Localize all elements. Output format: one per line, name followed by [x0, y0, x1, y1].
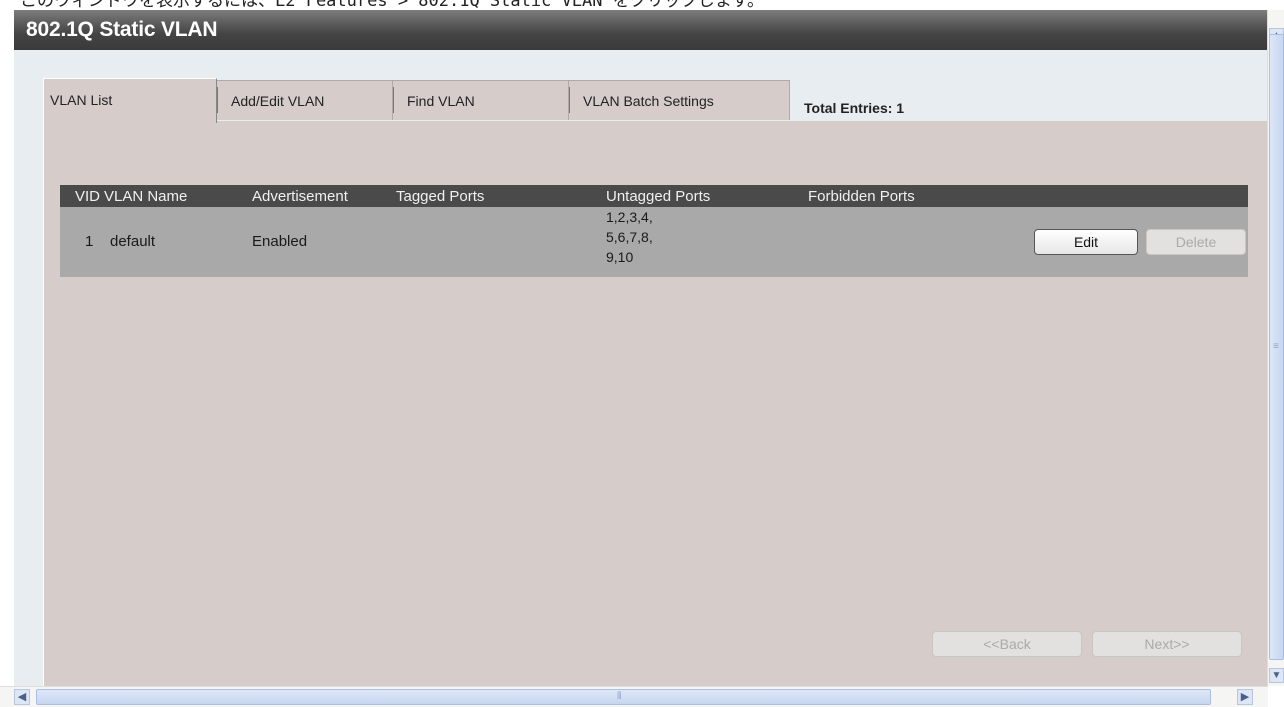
cell-vlan-name: default	[110, 233, 156, 250]
edit-button[interactable]: Edit	[1034, 229, 1138, 255]
grip-icon: ≡	[1273, 341, 1279, 352]
vertical-scrollbar[interactable]: ▲ ≡ ▼	[1267, 10, 1284, 686]
tab-divider	[217, 87, 218, 113]
table-header: VID VLAN Name Advertisement Tagged Ports…	[60, 185, 1248, 207]
column-header-untagged-ports: Untagged Ports	[606, 188, 711, 205]
scroll-left-arrow-icon[interactable]: ◀	[14, 689, 30, 705]
cell-untagged-ports: 1,2,3,4, 5,6,7,8, 9,10	[606, 207, 653, 267]
column-header-tagged-ports: Tagged Ports	[396, 188, 485, 205]
title-bar: 802.1Q Static VLAN	[14, 10, 1268, 50]
column-header-advertisement: Advertisement	[252, 188, 348, 205]
column-header-vid: VID	[75, 188, 101, 205]
tab-label: VLAN Batch Settings	[583, 93, 714, 109]
tab-divider	[569, 87, 570, 113]
delete-button[interactable]: Delete	[1146, 229, 1246, 255]
cell-advertisement: Enabled	[252, 233, 308, 250]
window-title: 802.1Q Static VLAN	[26, 18, 218, 41]
tab-vlan-list[interactable]: VLAN List	[43, 78, 217, 123]
horizontal-scroll-thumb[interactable]: ⦀	[36, 689, 1211, 705]
untagged-line: 5,6,7,8,	[606, 229, 653, 245]
horizontal-scrollbar[interactable]: ◀ ⦀ ▶	[0, 686, 1268, 707]
tab-label: Add/Edit VLAN	[231, 93, 325, 109]
page-caption: このウィンドウを表示するには、L2 Features > 802.1Q Stat…	[20, 0, 765, 10]
tab-add-edit-vlan[interactable]: Add/Edit VLAN	[216, 80, 393, 120]
scroll-down-arrow-icon[interactable]: ▼	[1269, 668, 1284, 683]
app-window: 802.1Q Static VLAN VLAN List Add/Edit VL…	[14, 10, 1269, 686]
tab-find-vlan[interactable]: Find VLAN	[392, 80, 569, 120]
total-entries: Total Entries: 1	[804, 100, 905, 116]
vlan-list-panel: VID VLAN Name Advertisement Tagged Ports…	[43, 121, 1269, 686]
table-row: 1 default Enabled 1,2,3,4, 5,6,7,8, 9,10…	[60, 207, 1248, 277]
vertical-scroll-thumb[interactable]: ≡	[1269, 34, 1284, 660]
tab-divider	[393, 87, 394, 113]
grip-icon: ⦀	[617, 691, 622, 702]
next-button[interactable]: Next>>	[1092, 631, 1242, 657]
scroll-right-arrow-icon[interactable]: ▶	[1237, 689, 1253, 705]
untagged-line: 9,10	[606, 249, 634, 265]
untagged-line: 1,2,3,4,	[606, 209, 653, 225]
back-button[interactable]: <<Back	[932, 631, 1082, 657]
column-header-forbidden-ports: Forbidden Ports	[808, 188, 915, 205]
column-header-vlan-name: VLAN Name	[104, 188, 188, 205]
tab-vlan-batch-settings[interactable]: VLAN Batch Settings	[568, 80, 790, 120]
cell-vid: 1	[85, 233, 94, 250]
tab-label: VLAN List	[50, 92, 113, 108]
tab-label: Find VLAN	[407, 93, 475, 109]
